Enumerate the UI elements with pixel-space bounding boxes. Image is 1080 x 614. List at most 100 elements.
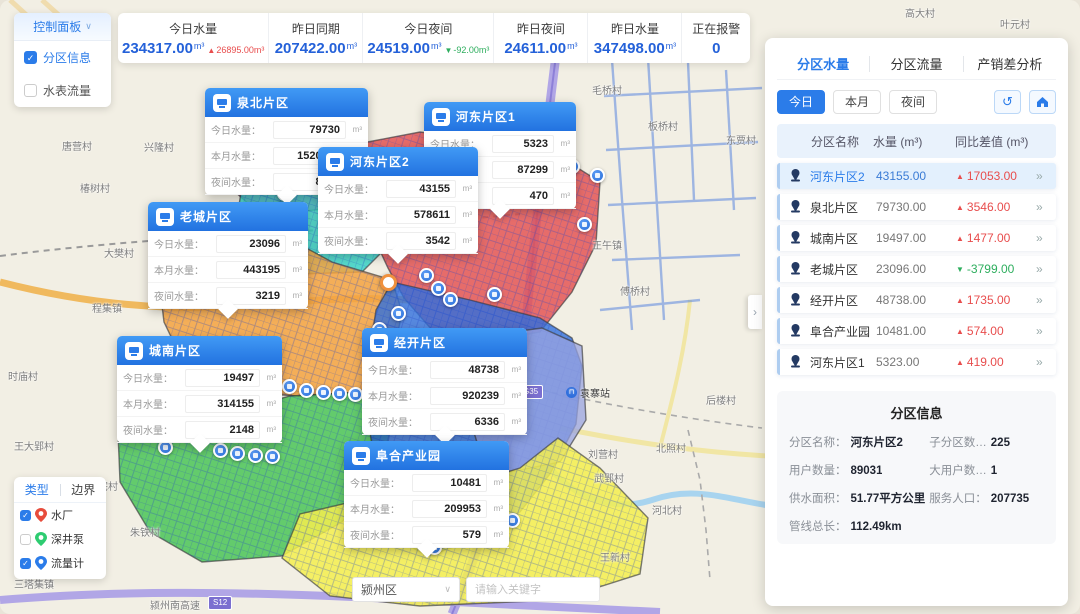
stat-today-night: 今日夜间 24519.00m³▼-92.00m³ — [363, 13, 494, 63]
flow-meter-marker[interactable] — [282, 379, 297, 394]
zone-card-hedong2: 河东片区2 今日水量：43155m³ 本月水量：578611m³ 夜间水量：35… — [318, 147, 478, 254]
waterplant-pin-icon — [35, 508, 47, 522]
legend-tab-boundary[interactable]: 边界 — [61, 481, 107, 498]
period-month-button[interactable]: 本月 — [833, 90, 881, 114]
flow-meter-marker[interactable] — [590, 168, 605, 183]
map-place-label: 高大村 — [905, 5, 935, 20]
zone-card-icon — [156, 208, 174, 226]
diff-value: ▲574.00 — [956, 324, 1036, 338]
undo-icon: ↺ — [1002, 94, 1013, 110]
flow-meter-marker[interactable] — [230, 446, 245, 461]
control-panel-toggle[interactable]: 控制面板∨ — [14, 13, 111, 41]
train-station-icon: ⊓ — [566, 387, 577, 398]
map-place-label: 椿树村 — [80, 180, 110, 195]
flow-meter-marker[interactable] — [419, 268, 434, 283]
flow-meter-marker[interactable] — [443, 292, 458, 307]
zone-card-icon — [432, 108, 450, 126]
layer-toggle-meter-flow[interactable]: 水表流量 — [14, 74, 111, 107]
right-panel: 分区水量 分区流量 产销差分析 今日 本月 夜间 ↺ 分区名称 水量 (m³) … — [765, 38, 1068, 606]
table-row[interactable]: 河东片区2 43155.00 ▲17053.00 » — [777, 163, 1056, 189]
map-place-label: 后楼村 — [706, 392, 736, 407]
tab-zone-volume[interactable]: 分区水量 — [777, 54, 869, 73]
layer-toggle-zone-info[interactable]: ✓ 分区信息 — [14, 41, 111, 74]
deepwell-pin-icon — [35, 532, 47, 546]
map-place-label: 唐营村 — [62, 138, 92, 153]
checkbox-checked-icon[interactable]: ✓ — [24, 51, 37, 64]
checkbox-checked-icon[interactable]: ✓ — [20, 510, 31, 521]
table-row[interactable]: 老城片区 23096.00 ▼-3799.00 » — [777, 256, 1056, 282]
stat-yesterday-night: 昨日夜间 24611.00m³ — [494, 13, 588, 63]
delta-down: ▼-92.00m³ — [444, 45, 489, 55]
zone-pin-icon — [789, 261, 802, 275]
table-row[interactable]: 城南片区 19497.00 ▲1477.00 » — [777, 225, 1056, 251]
diff-value: ▲419.00 — [956, 355, 1036, 369]
zone-card-title: 阜合产业园 — [376, 447, 441, 464]
map-place-label: 兴隆村 — [144, 139, 174, 154]
flow-meter-marker[interactable] — [265, 449, 280, 464]
top-stats-bar: 今日水量 234317.00m³▲26895.00m³ 昨日同期 207422.… — [118, 13, 750, 63]
checkbox-checked-icon[interactable]: ✓ — [20, 558, 31, 569]
legend-tab-type[interactable]: 类型 — [14, 481, 60, 498]
zone-card-icon — [370, 334, 388, 352]
flow-meter-marker[interactable] — [487, 287, 502, 302]
flow-meter-marker[interactable] — [391, 306, 406, 321]
tab-zone-flow[interactable]: 分区流量 — [870, 54, 962, 73]
map-place-label: 河北村 — [652, 502, 682, 517]
diff-value: ▲3546.00 — [956, 200, 1036, 214]
flow-meter-marker[interactable] — [577, 217, 592, 232]
row-chevron-icon[interactable]: » — [1036, 169, 1056, 183]
flow-meter-marker[interactable] — [213, 443, 228, 458]
delta-up: ▲26895.00m³ — [207, 45, 264, 55]
period-night-button[interactable]: 夜间 — [889, 90, 937, 114]
flow-meter-marker[interactable] — [248, 448, 263, 463]
flow-meter-marker[interactable] — [348, 387, 363, 402]
row-chevron-icon[interactable]: » — [1036, 355, 1056, 369]
table-row[interactable]: 泉北片区 79730.00 ▲3546.00 » — [777, 194, 1056, 220]
flowmeter-pin-icon — [35, 556, 47, 570]
table-row[interactable]: 经开片区 48738.00 ▲1735.00 » — [777, 287, 1056, 313]
legend-item-waterplant[interactable]: ✓ 水厂 — [14, 503, 106, 527]
zone-card-icon — [125, 342, 143, 360]
map-place-label: 叶元村 — [1000, 16, 1030, 31]
row-chevron-icon[interactable]: » — [1036, 324, 1056, 338]
zone-pin-icon — [789, 292, 802, 306]
stat-yesterday-volume: 昨日水量 347498.00m³ — [588, 13, 682, 63]
flow-meter-marker[interactable] — [332, 386, 347, 401]
panel-collapse-button[interactable]: › — [748, 295, 762, 329]
alarm-marker[interactable] — [380, 274, 397, 291]
zone-pin-icon — [789, 323, 802, 337]
checkbox-unchecked-icon[interactable] — [24, 84, 37, 97]
zone-card-title: 经开片区 — [394, 334, 446, 351]
zone-card-title: 城南片区 — [149, 342, 201, 359]
station-label: ⊓ 袁寨站 — [566, 385, 610, 400]
road-badge-s12: S12 — [208, 596, 232, 610]
table-row[interactable]: 阜合产业园 10481.00 ▲574.00 » — [777, 318, 1056, 344]
home-button[interactable] — [1029, 90, 1056, 114]
legend-item-deepwell[interactable]: 深井泵 — [14, 527, 106, 551]
home-icon — [1036, 96, 1049, 108]
map-place-label: 北照村 — [656, 440, 686, 455]
map-legend: 类型 边界 ✓ 水厂 深井泵 ✓ 流量计 — [14, 477, 106, 579]
undo-button[interactable]: ↺ — [994, 90, 1021, 114]
map-place-label: 程集镇 — [92, 300, 122, 315]
district-select[interactable]: 颍州区 ∨ — [352, 577, 460, 602]
row-chevron-icon[interactable]: » — [1036, 293, 1056, 307]
keyword-search-input[interactable] — [466, 577, 600, 602]
row-chevron-icon[interactable]: » — [1036, 231, 1056, 245]
zone-card-icon — [352, 447, 370, 465]
checkbox-unchecked-icon[interactable] — [20, 534, 31, 545]
zone-info-title: 分区信息 — [789, 403, 1044, 422]
zone-card-chengnan: 城南片区 今日水量：19497m³ 本月水量：314155m³ 夜间水量：214… — [117, 336, 282, 443]
map-place-label: 东贾村 — [726, 132, 756, 147]
chevron-down-icon: ∨ — [444, 584, 451, 595]
flow-meter-marker[interactable] — [316, 385, 331, 400]
zone-info-panel: 分区信息 分区名称：河东片区2 子分区数…225 用户数量：89031 大用户数… — [777, 391, 1056, 544]
period-today-button[interactable]: 今日 — [777, 90, 825, 114]
flow-meter-marker[interactable] — [299, 383, 314, 398]
tab-nrw-analysis[interactable]: 产销差分析 — [964, 54, 1056, 73]
row-chevron-icon[interactable]: » — [1036, 200, 1056, 214]
table-row[interactable]: 河东片区1 5323.00 ▲419.00 » — [777, 349, 1056, 375]
legend-item-flowmeter[interactable]: ✓ 流量计 — [14, 551, 106, 575]
zone-card-title: 河东片区2 — [350, 153, 410, 170]
row-chevron-icon[interactable]: » — [1036, 262, 1056, 276]
